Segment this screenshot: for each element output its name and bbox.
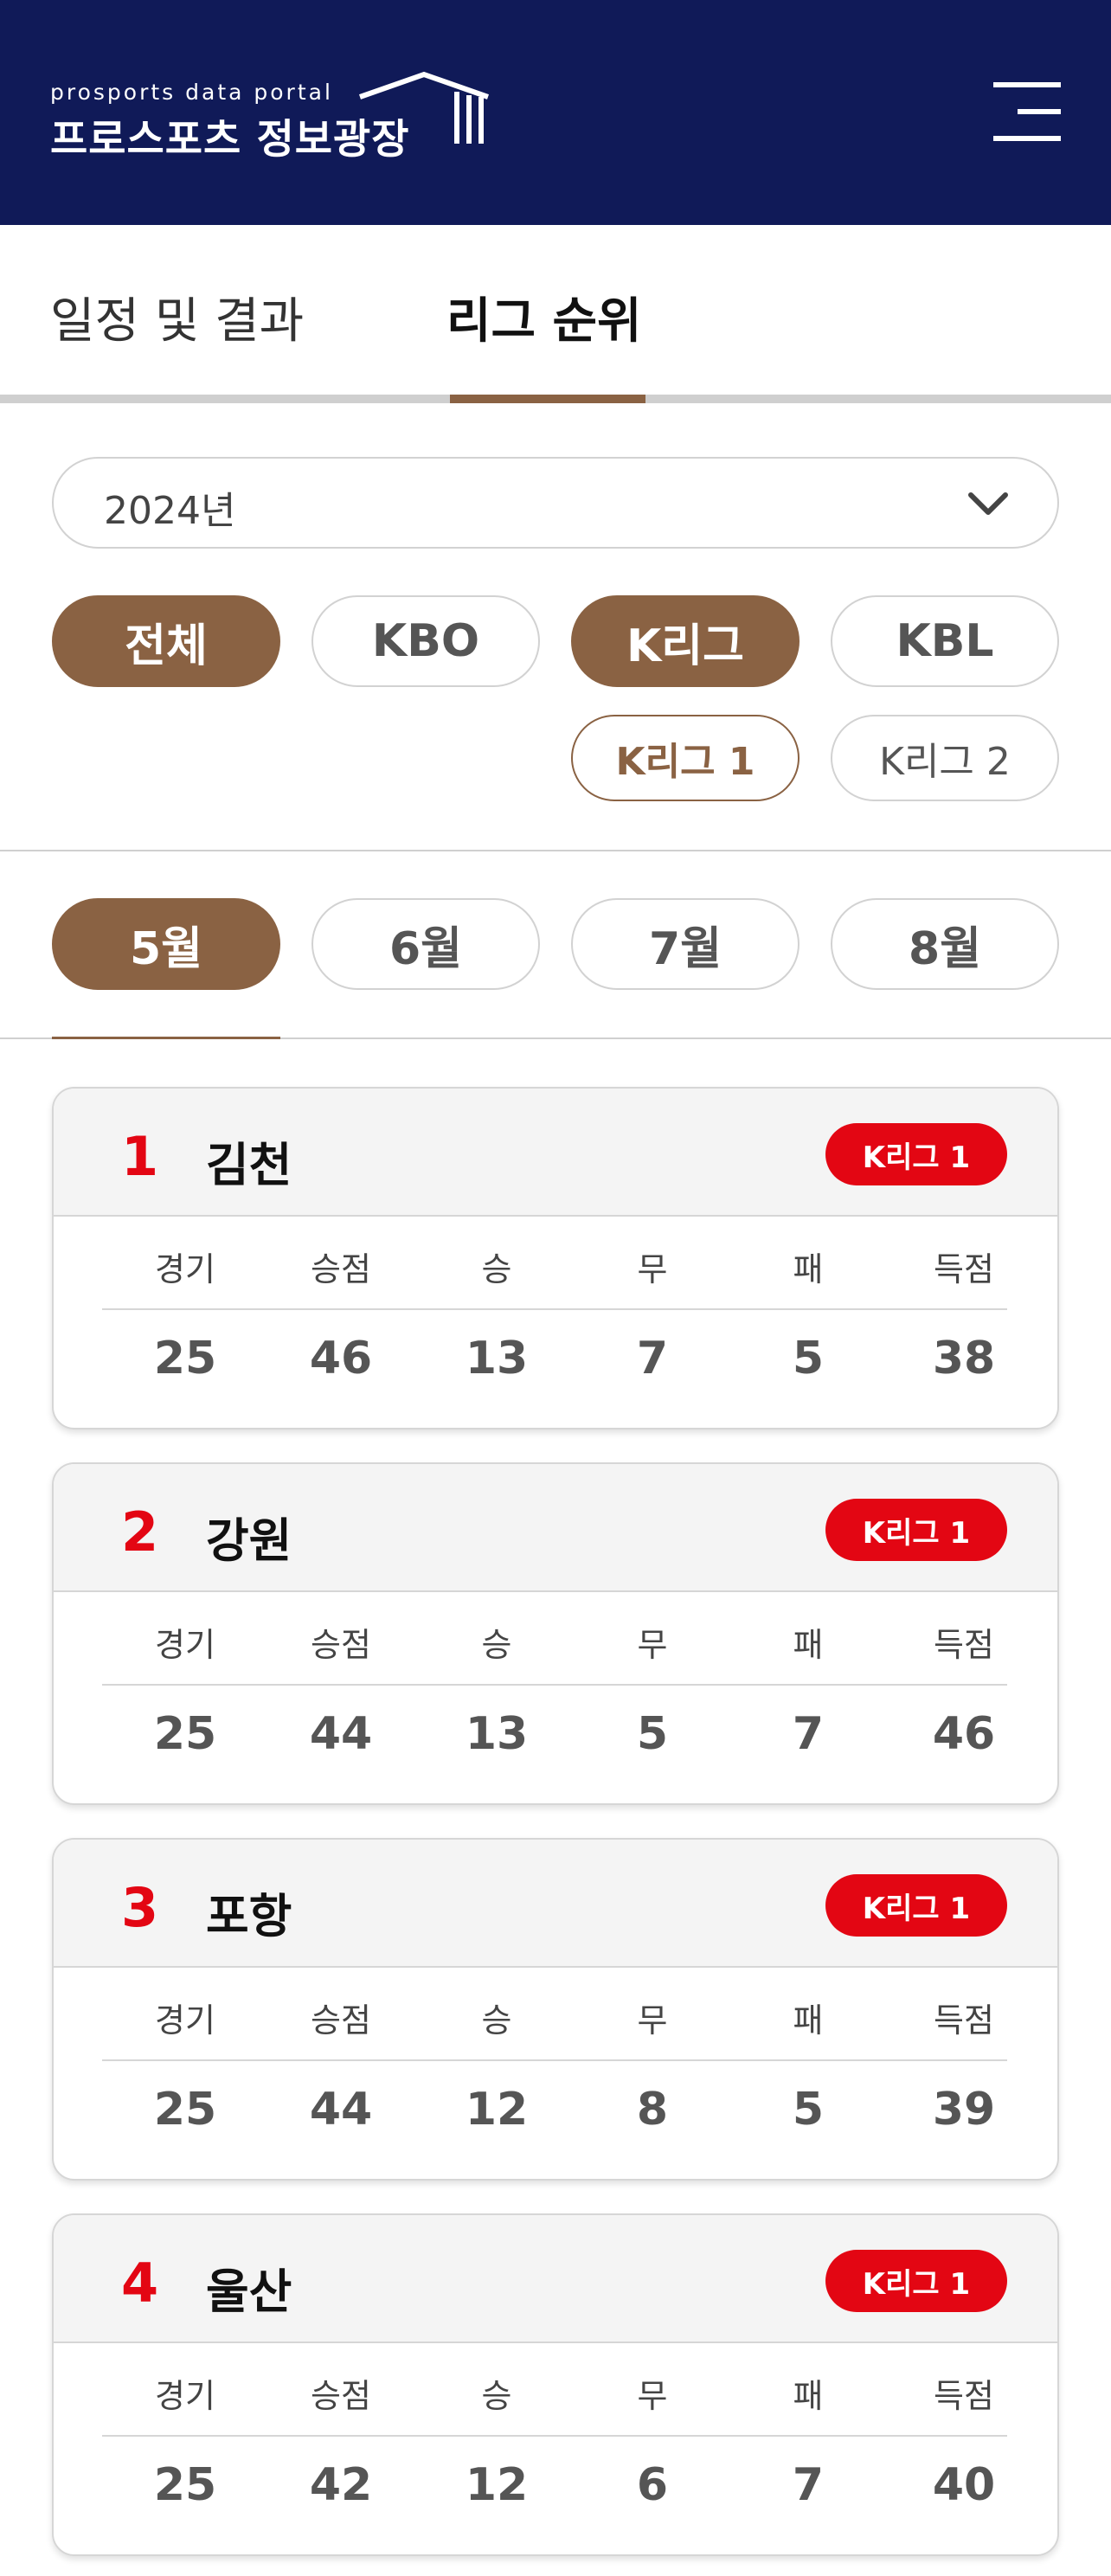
team-rank: 1: [121, 1125, 159, 1188]
stat-points: 46: [309, 1333, 373, 1384]
stat-label-points: 승점: [311, 2377, 371, 2415]
stat-losses: 7: [792, 2459, 825, 2511]
team-rank: 2: [121, 1500, 159, 1564]
stat-label-points: 승점: [311, 1626, 371, 1664]
stat-label-games: 경기: [155, 2001, 215, 2040]
stat-games: 25: [153, 2084, 217, 2136]
stat-points: 44: [309, 1708, 373, 1760]
standing-card: 3 포항 K리그 1 경기 승점 승 무 패 득점 25 44 12 8 5 3…: [52, 1838, 1059, 2181]
month-may[interactable]: 5월: [52, 898, 280, 990]
league-badge: K리그 1: [825, 1874, 1007, 1937]
stat-label-games: 경기: [155, 1626, 215, 1664]
tab-league-standings[interactable]: 리그 순위: [446, 282, 642, 352]
stat-wins: 12: [465, 2459, 529, 2511]
stat-wins: 13: [465, 1708, 529, 1760]
stat-goals: 39: [932, 2084, 996, 2136]
stat-label-draws: 무: [637, 1626, 668, 1664]
active-tab-indicator: [450, 395, 645, 403]
year-select-value: 2024년: [104, 489, 236, 533]
filter-kbo[interactable]: KBO: [311, 595, 540, 687]
filter-k-league-2[interactable]: K리그 2: [831, 715, 1059, 801]
stat-label-wins: 승: [481, 2377, 512, 2415]
stat-games: 25: [153, 1708, 217, 1760]
team-rank: 3: [121, 1876, 159, 1939]
stat-label-points: 승점: [311, 1250, 371, 1288]
top-header: prosports data portal 프로스포츠 정보광장: [0, 0, 1111, 225]
stat-label-games: 경기: [155, 2377, 215, 2415]
stat-label-losses: 패: [793, 2001, 824, 2040]
stat-draws: 8: [636, 2084, 669, 2136]
league-badge: K리그 1: [825, 1123, 1007, 1185]
card-header: 3 포항 K리그 1: [54, 1840, 1057, 1968]
stat-label-goals: 득점: [934, 2377, 994, 2415]
card-header: 2 강원 K리그 1: [54, 1464, 1057, 1592]
year-select[interactable]: 2024년: [52, 457, 1059, 549]
stat-divider: [102, 2059, 1007, 2061]
stat-divider: [102, 1308, 1007, 1310]
stat-label-draws: 무: [637, 2001, 668, 2040]
card-header: 4 울산 K리그 1: [54, 2215, 1057, 2343]
stat-wins: 12: [465, 2084, 529, 2136]
stat-label-wins: 승: [481, 2001, 512, 2040]
standing-card: 2 강원 K리그 1 경기 승점 승 무 패 득점 25 44 13 5 7 4…: [52, 1462, 1059, 1805]
stat-goals: 46: [932, 1708, 996, 1760]
stat-label-draws: 무: [637, 2377, 668, 2415]
team-name: 울산: [206, 2264, 292, 2319]
filter-k-league[interactable]: K리그: [571, 595, 800, 687]
active-month-indicator: [52, 1037, 280, 1039]
main-tabs: 일정 및 결과 리그 순위: [0, 225, 1111, 403]
stat-label-goals: 득점: [934, 1250, 994, 1288]
stat-label-draws: 무: [637, 1250, 668, 1288]
stat-label-goals: 득점: [934, 1626, 994, 1664]
stat-divider: [102, 2435, 1007, 2437]
stat-losses: 7: [792, 1708, 825, 1760]
stat-label-losses: 패: [793, 1626, 824, 1664]
card-header: 1 김천 K리그 1: [54, 1089, 1057, 1217]
team-rank: 4: [121, 2252, 159, 2315]
stat-label-wins: 승: [481, 1250, 512, 1288]
month-june[interactable]: 6월: [311, 898, 540, 990]
stat-label-losses: 패: [793, 1250, 824, 1288]
stat-losses: 5: [792, 2084, 825, 2136]
stat-points: 44: [309, 2084, 373, 2136]
filter-divider: [0, 850, 1111, 851]
stat-points: 42: [309, 2459, 373, 2511]
stat-games: 25: [153, 1333, 217, 1384]
standing-card: 1 김천 K리그 1 경기 승점 승 무 패 득점 25 46 13 7 5 3…: [52, 1087, 1059, 1429]
stat-goals: 40: [932, 2459, 996, 2511]
stat-draws: 6: [636, 2459, 669, 2511]
stat-wins: 13: [465, 1333, 529, 1384]
stat-label-goals: 득점: [934, 2001, 994, 2040]
stat-goals: 38: [932, 1333, 996, 1384]
stat-losses: 5: [792, 1333, 825, 1384]
team-name: 김천: [206, 1138, 292, 1192]
stat-label-losses: 패: [793, 2377, 824, 2415]
stat-draws: 5: [636, 1708, 669, 1760]
team-name: 강원: [206, 1513, 292, 1568]
chevron-down-icon: [968, 492, 1008, 515]
stat-divider: [102, 1684, 1007, 1686]
logo-subtitle: prosports data portal: [50, 80, 333, 105]
month-july[interactable]: 7월: [571, 898, 800, 990]
stat-draws: 7: [636, 1333, 669, 1384]
stat-label-games: 경기: [155, 1250, 215, 1288]
stat-label-wins: 승: [481, 1626, 512, 1664]
filter-kbl[interactable]: KBL: [831, 595, 1059, 687]
stat-label-points: 승점: [311, 2001, 371, 2040]
filter-all[interactable]: 전체: [52, 595, 280, 687]
hamburger-menu-icon[interactable]: [993, 80, 1061, 143]
month-august[interactable]: 8월: [831, 898, 1059, 990]
tab-schedule-results[interactable]: 일정 및 결과: [50, 282, 304, 352]
standing-card: 4 울산 K리그 1 경기 승점 승 무 패 득점 25 42 12 6 7 4…: [52, 2213, 1059, 2556]
logo-building-icon: [359, 71, 489, 144]
filter-k-league-1[interactable]: K리그 1: [571, 715, 800, 801]
league-badge: K리그 1: [825, 2250, 1007, 2312]
stat-games: 25: [153, 2459, 217, 2511]
league-badge: K리그 1: [825, 1499, 1007, 1561]
team-name: 포항: [206, 1889, 292, 1943]
